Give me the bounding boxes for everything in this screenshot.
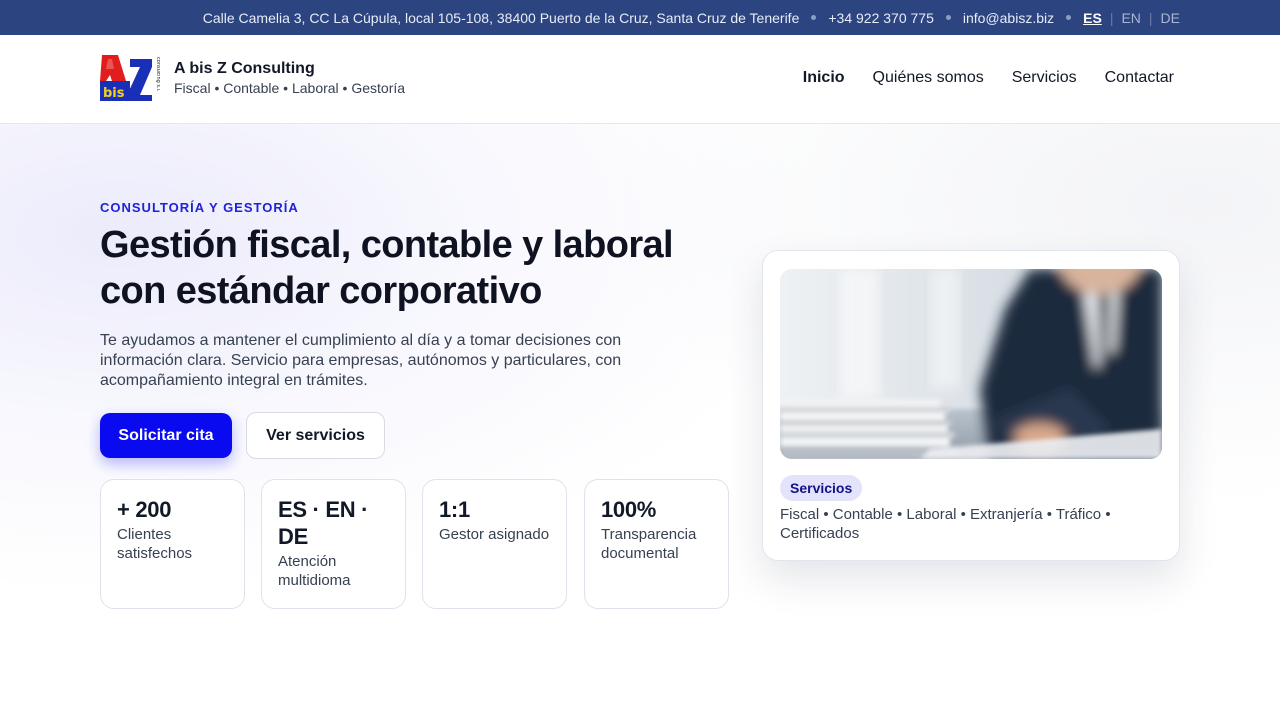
hero-section: CONSULTORÍA Y GESTORÍA Gestión fiscal, c… (0, 124, 1280, 720)
services-badge: Servicios (780, 475, 863, 501)
email-link[interactable]: info@abisz.biz (963, 10, 1054, 26)
svg-text:consulting s.l.: consulting s.l. (155, 57, 160, 92)
separator-dot (1066, 15, 1072, 20)
main-navigation: Inicio Quiénes somos Servicios Contactar (803, 69, 1174, 87)
top-info-bar: Calle Camelia 3, CC La Cúpula, local 105… (0, 0, 1280, 35)
stat-value: 100% (601, 497, 657, 522)
nav-contactar[interactable]: Contactar (1105, 69, 1174, 87)
view-services-button[interactable]: Ver servicios (246, 412, 385, 459)
language-de[interactable]: DE (1161, 10, 1180, 26)
stat-card-transparency: 100% Transparencia documental (584, 479, 729, 609)
hero-lead: Te ayudamos a mantener el cumplimiento a… (100, 332, 622, 389)
stat-value: + 200 (117, 497, 172, 522)
svg-text:bis: bis (103, 86, 125, 101)
language-divider: | (1109, 9, 1114, 26)
separator-dot (945, 15, 951, 20)
separator-dot (811, 15, 817, 20)
stat-label: Atención multidioma (278, 553, 351, 589)
hero-title: Gestión fiscal, contable y laboral con e… (100, 224, 674, 312)
site-header: bis consulting s.l. A bis Z Consulting F… (0, 35, 1280, 124)
language-divider: | (1148, 9, 1153, 26)
phone-link[interactable]: +34 922 370 775 (828, 10, 934, 26)
company-logo[interactable]: bis consulting s.l. (100, 55, 160, 103)
stat-card-clients: + 200 Clientes satisfechos (100, 479, 245, 609)
language-es[interactable]: ES (1083, 10, 1102, 26)
stat-value: 1:1 (439, 497, 470, 522)
request-appointment-button[interactable]: Solicitar cita (100, 413, 232, 458)
stat-label: Transparencia documental (601, 526, 697, 562)
stat-card-languages: ES · EN · DE Atención multidioma (261, 479, 406, 609)
stat-label: Gestor asignado (439, 526, 550, 543)
stat-value: ES · EN · DE (278, 497, 369, 549)
services-list: Fiscal • Contable • Laboral • Extranjerí… (780, 506, 1111, 542)
nav-servicios[interactable]: Servicios (1012, 69, 1077, 87)
nav-inicio[interactable]: Inicio (803, 69, 845, 87)
hero-eyebrow: CONSULTORÍA Y GESTORÍA (100, 200, 299, 215)
stat-card-manager: 1:1 Gestor asignado (422, 479, 567, 609)
services-card: Servicios Fiscal • Contable • Laboral • … (762, 250, 1180, 561)
brand-name: A bis Z Consulting (174, 60, 315, 77)
address-text: Calle Camelia 3, CC La Cúpula, local 105… (202, 9, 800, 26)
stat-label: Clientes satisfechos (117, 526, 193, 562)
nav-quienes-somos[interactable]: Quiénes somos (873, 69, 984, 87)
language-en[interactable]: EN (1121, 10, 1140, 26)
brand-tagline: Fiscal • Contable • Laboral • Gestoría (174, 80, 406, 96)
office-photo (780, 269, 1162, 459)
